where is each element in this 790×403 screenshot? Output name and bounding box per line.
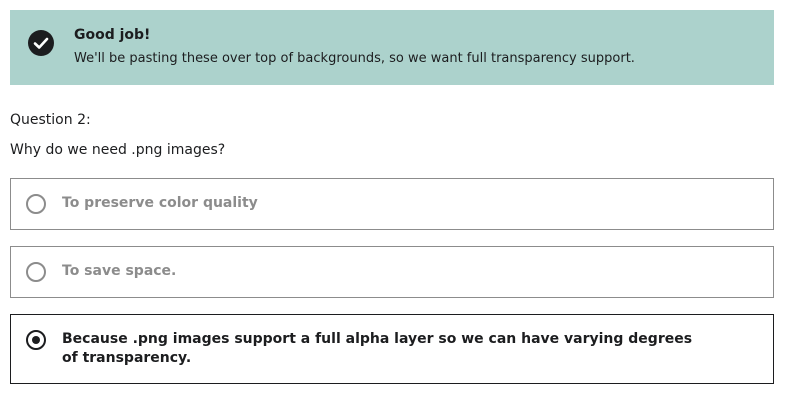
answer-option-label: To preserve color quality [62,195,258,211]
question-prompt: Why do we need .png images? [10,142,226,158]
answer-option-3[interactable]: Because .png images support a full alpha… [10,314,774,384]
question-number: Question 2: [10,112,91,128]
radio-dot [32,336,40,344]
radio-selected-icon[interactable] [26,330,46,350]
radio-unselected-icon[interactable] [26,194,46,214]
check-circle-icon [28,30,54,56]
feedback-banner: Good job! We'll be pasting these over to… [10,10,774,85]
feedback-message: We'll be pasting these over top of backg… [74,51,635,66]
feedback-title: Good job! [74,27,151,43]
answer-option-1[interactable]: To preserve color quality [10,178,774,230]
answer-option-label: To save space. [62,263,177,279]
answer-option-label: Because .png images support a full alpha… [62,331,693,366]
answer-option-2[interactable]: To save space. [10,246,774,298]
radio-unselected-icon[interactable] [26,262,46,282]
